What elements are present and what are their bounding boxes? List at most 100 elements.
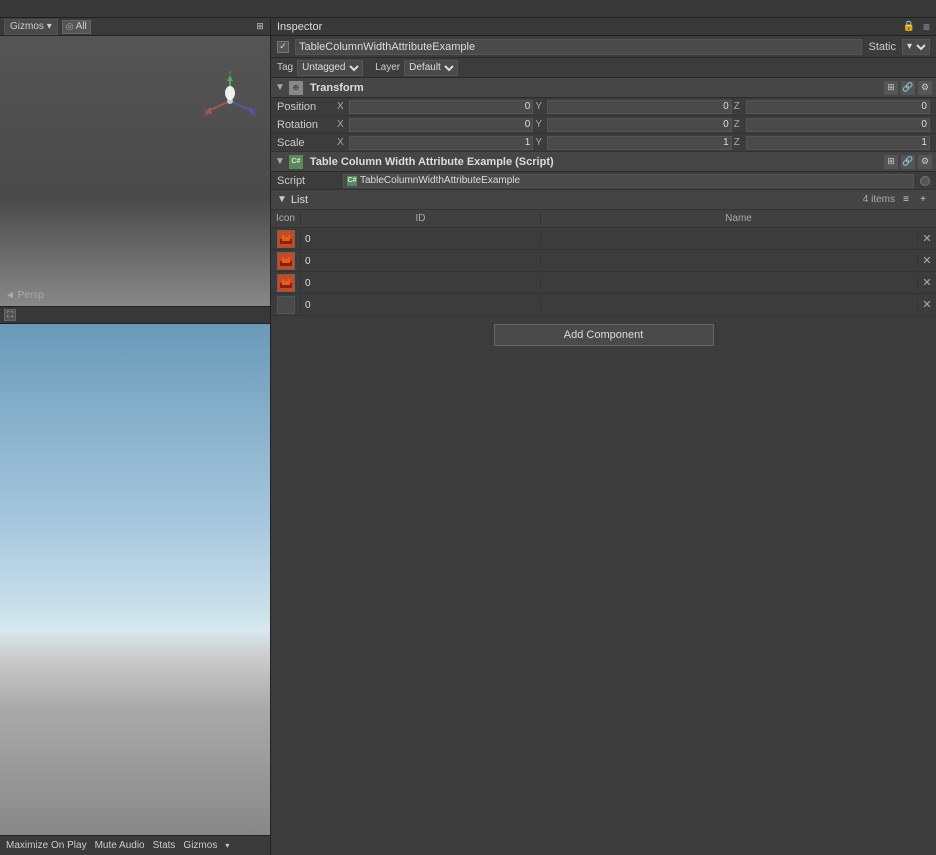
- script-field-value: C# TableColumnWidthAttributeExample: [343, 174, 914, 188]
- col-header-name: Name: [541, 213, 936, 224]
- inspector-menu-icon[interactable]: ≡: [923, 20, 930, 34]
- script-gear-btn[interactable]: ⚙: [918, 155, 932, 169]
- row3-icon-cell: [271, 296, 301, 314]
- rotation-x-label: X: [337, 119, 347, 130]
- row0-id-input[interactable]: [301, 234, 540, 245]
- position-z-input[interactable]: [746, 100, 930, 114]
- script-file-icon: C#: [347, 176, 357, 186]
- row2-icon-cell: [271, 274, 301, 292]
- static-dropdown[interactable]: ▾: [902, 39, 930, 55]
- list-add-btn[interactable]: +: [916, 193, 930, 207]
- svg-text:X: X: [203, 108, 209, 118]
- row0-delete-btn[interactable]: ✕: [918, 232, 936, 245]
- gameobject-name-input[interactable]: [295, 39, 862, 55]
- row2-name-input[interactable]: [541, 278, 917, 289]
- scale-z-input[interactable]: [746, 136, 930, 150]
- list-title: List: [291, 194, 859, 206]
- row1-delete-btn[interactable]: ✕: [918, 254, 936, 267]
- svg-text:Z: Z: [252, 108, 258, 118]
- stats-label[interactable]: Stats: [153, 840, 176, 851]
- script-component-header[interactable]: ▼ C# Table Column Width Attribute Exampl…: [271, 152, 936, 172]
- add-component-area: Add Component: [271, 316, 936, 354]
- layer-label: Layer: [375, 62, 400, 73]
- lock-icon[interactable]: 🔒: [902, 20, 916, 34]
- script-settings-btn[interactable]: ⊞: [884, 155, 898, 169]
- row2-icon-img: [277, 274, 295, 292]
- list-menu-btn[interactable]: ≡: [899, 193, 913, 207]
- persp-label: ◄ Persp: [5, 290, 44, 301]
- gameobject-active-checkbox[interactable]: ✓: [277, 41, 289, 53]
- rotation-y-input[interactable]: [547, 118, 731, 132]
- transform-settings-btn[interactable]: ⊞: [884, 81, 898, 95]
- row3-id-cell: [301, 299, 541, 311]
- rotation-y-label: Y: [535, 119, 545, 130]
- transform-collapse-arrow: ▼: [275, 82, 285, 93]
- script-component-icon: C#: [289, 155, 303, 169]
- row1-name-cell: [541, 255, 918, 267]
- row0-name-cell: [541, 233, 918, 245]
- row2-delete-btn[interactable]: ✕: [918, 276, 936, 289]
- rotation-x-input[interactable]: [349, 118, 533, 132]
- scale-y-input[interactable]: [547, 136, 731, 150]
- scale-z-label: Z: [734, 137, 744, 148]
- left-panel: Gizmos ▾ ◎ All ⊞ Y: [0, 18, 270, 855]
- row3-name-cell: [541, 299, 918, 311]
- col-header-id: ID: [301, 213, 541, 224]
- col-header-icon: Icon: [271, 213, 301, 224]
- position-z-label: Z: [734, 101, 744, 112]
- rotation-y-field: Y: [535, 118, 731, 132]
- expand-icon[interactable]: ⊞: [254, 21, 266, 33]
- transform-link-btn[interactable]: 🔗: [901, 81, 915, 95]
- transform-controls: ⊞ 🔗 ⚙: [884, 81, 932, 95]
- svg-text:Y: Y: [227, 71, 233, 76]
- position-x-input[interactable]: [349, 100, 533, 114]
- rotation-z-input[interactable]: [746, 118, 930, 132]
- maximize-on-play-label[interactable]: Maximize On Play: [6, 840, 87, 851]
- row2-id-cell: [301, 277, 541, 289]
- row1-id-input[interactable]: [301, 256, 540, 267]
- list-count: 4 items: [863, 194, 895, 205]
- tag-dropdown[interactable]: Untagged: [297, 60, 363, 76]
- position-x-label: X: [337, 101, 347, 112]
- row1-icon-img: [277, 252, 295, 270]
- table-row: ✕: [271, 294, 936, 316]
- transform-component-header[interactable]: ▼ ⊕ Transform ⊞ 🔗 ⚙: [271, 78, 936, 98]
- rotation-z-field: Z: [734, 118, 930, 132]
- position-y-input[interactable]: [547, 100, 731, 114]
- main-layout: Gizmos ▾ ◎ All ⊞ Y: [0, 18, 936, 855]
- row3-id-input[interactable]: [301, 300, 540, 311]
- layer-dropdown[interactable]: Default: [404, 60, 458, 76]
- scale-z-field: Z: [734, 136, 930, 150]
- script-component-title: Table Column Width Attribute Example (Sc…: [310, 156, 880, 168]
- rotation-label: Rotation: [277, 119, 337, 131]
- script-file-name: TableColumnWidthAttributeExample: [360, 175, 520, 186]
- script-link-btn[interactable]: 🔗: [901, 155, 915, 169]
- scale-x-field: X: [337, 136, 533, 150]
- row3-delete-btn[interactable]: ✕: [918, 298, 936, 311]
- scale-label: Scale: [277, 137, 337, 149]
- maximize-scene-btn[interactable]: ⛶: [4, 309, 16, 321]
- transform-gear-btn[interactable]: ⚙: [918, 81, 932, 95]
- gizmos-bottom-label[interactable]: Gizmos: [183, 840, 217, 851]
- transform-icon: ⊕: [289, 81, 303, 95]
- script-controls: ⊞ 🔗 ⚙: [884, 155, 932, 169]
- table-row: ✕: [271, 250, 936, 272]
- scale-x-input[interactable]: [349, 136, 533, 150]
- table-row: ✕: [271, 228, 936, 250]
- rotation-x-field: X: [337, 118, 533, 132]
- row1-icon-cell: [271, 252, 301, 270]
- list-collapse-arrow[interactable]: ▼: [277, 194, 287, 205]
- game-view: [0, 324, 270, 835]
- row1-name-input[interactable]: [541, 256, 917, 267]
- add-component-button[interactable]: Add Component: [494, 324, 714, 346]
- row0-name-input[interactable]: [541, 234, 917, 245]
- row2-id-input[interactable]: [301, 278, 540, 289]
- axis-gizmo: Y X Z: [200, 71, 260, 131]
- gizmos-button[interactable]: Gizmos ▾: [4, 19, 58, 35]
- mute-audio-label[interactable]: Mute Audio: [95, 840, 145, 851]
- game-sky: [0, 324, 270, 835]
- script-pick-button[interactable]: [920, 176, 930, 186]
- scale-x-label: X: [337, 137, 347, 148]
- row3-name-input[interactable]: [541, 300, 917, 311]
- row1-id-cell: [301, 255, 541, 267]
